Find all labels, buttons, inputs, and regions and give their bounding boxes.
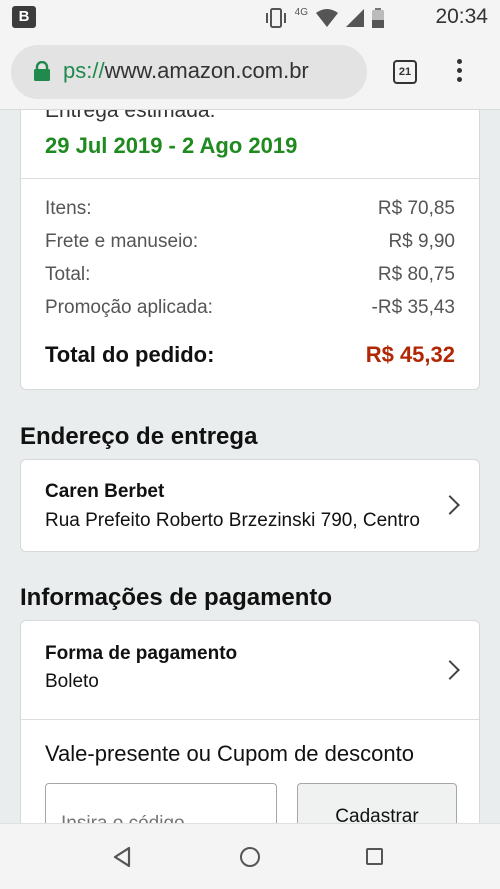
page-content: Entrega estimada: 29 Jul 2019 - 2 Ago 20… — [0, 110, 500, 823]
signal-icon — [346, 9, 364, 27]
back-icon[interactable] — [112, 846, 132, 868]
order-summary-card: Entrega estimada: 29 Jul 2019 - 2 Ago 20… — [20, 110, 480, 390]
tabs-icon[interactable]: 21 — [393, 60, 417, 84]
status-icons: 4G — [265, 7, 384, 29]
delivery-date: 29 Jul 2019 - 2 Ago 2019 — [45, 133, 298, 158]
url-bar[interactable]: ps://www.amazon.com.br — [11, 45, 367, 99]
payment-method-label[interactable]: Forma de pagamento — [45, 643, 237, 665]
row-value: -R$ 35,43 — [371, 297, 455, 318]
clock: 20:34 — [435, 5, 488, 28]
app-icon: B — [12, 6, 36, 28]
divider — [21, 178, 479, 179]
order-total-value: R$ 45,32 — [365, 342, 455, 367]
chevron-right-icon[interactable] — [440, 660, 460, 680]
payment-card: Forma de pagamento Boleto Vale-presente … — [20, 620, 480, 823]
order-total-row: Total do pedido: R$ 45,32 — [45, 342, 455, 368]
order-total-label: Total do pedido: — [45, 342, 215, 367]
status-bar: B 4G 20:34 — [0, 0, 500, 36]
coupon-code-input[interactable] — [45, 783, 277, 823]
shipping-section-title: Endereço de entrega — [20, 423, 258, 450]
apply-coupon-button[interactable]: Cadastrar — [297, 783, 457, 823]
wifi-icon — [316, 9, 338, 27]
vibrate-icon — [265, 8, 286, 28]
system-nav-bar — [0, 823, 500, 889]
overflow-menu-icon[interactable] — [452, 56, 466, 86]
summary-row-shipping: Frete e manuseio: R$ 9,90 — [45, 231, 455, 253]
summary-row-items: Itens: R$ 70,85 — [45, 198, 455, 220]
row-value: R$ 80,75 — [377, 264, 455, 285]
recipient-name: Caren Berbet — [45, 481, 165, 502]
coupon-title: Vale-presente ou Cupom de desconto — [45, 741, 414, 766]
delivery-label: Entrega estimada: — [45, 110, 216, 122]
row-label: Total: — [45, 264, 91, 285]
lock-icon — [34, 61, 50, 81]
url-text[interactable]: ps://www.amazon.com.br — [63, 58, 309, 84]
row-label: Frete e manuseio: — [45, 231, 199, 252]
recents-icon[interactable] — [366, 848, 383, 865]
battery-icon — [372, 8, 384, 28]
row-value: R$ 70,85 — [377, 198, 455, 219]
url-prefix: ps:// — [63, 58, 105, 83]
chevron-right-icon — [440, 495, 460, 515]
row-value: R$ 9,90 — [388, 231, 455, 252]
recipient-address: Rua Prefeito Roberto Brzezinski 790, Cen… — [45, 510, 420, 531]
network-label: 4G — [294, 6, 308, 18]
row-label: Promoção aplicada: — [45, 297, 213, 318]
summary-row-total: Total: R$ 80,75 — [45, 264, 455, 286]
payment-section-title: Informações de pagamento — [20, 584, 333, 611]
browser-toolbar: ps://www.amazon.com.br 21 — [0, 36, 500, 110]
divider — [21, 719, 479, 720]
payment-method-value[interactable]: Boleto — [45, 671, 99, 693]
shipping-address-card[interactable]: Caren Berbet Rua Prefeito Roberto Brzezi… — [20, 459, 480, 552]
home-icon[interactable] — [240, 847, 260, 867]
url-domain: www.amazon.com.br — [104, 58, 309, 83]
summary-row-promotion: Promoção aplicada: -R$ 35,43 — [45, 297, 455, 319]
row-label: Itens: — [45, 198, 92, 219]
